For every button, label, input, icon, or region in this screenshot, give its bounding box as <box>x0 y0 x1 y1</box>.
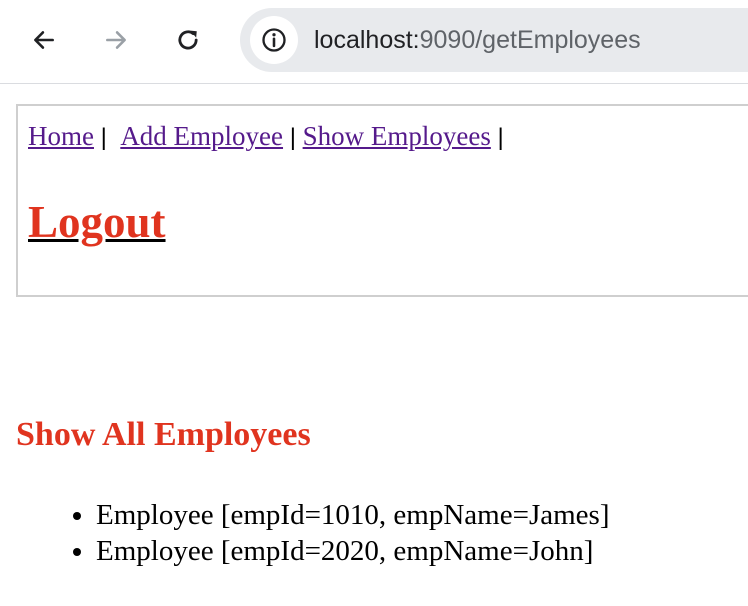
nav-links: Home | Add Employee | Show Employees | <box>28 120 504 154</box>
page-title: Show All Employees <box>16 416 311 453</box>
employee-list: Employee [empId=1010, empName=James] Emp… <box>56 497 609 569</box>
arrow-left-icon <box>34 31 54 49</box>
url-text[interactable]: localhost:9090/getEmployees <box>314 25 641 55</box>
logout-link[interactable]: Logout <box>28 196 166 248</box>
address-bar[interactable]: localhost:9090/getEmployees <box>240 8 748 72</box>
reload-button[interactable] <box>164 16 212 64</box>
reload-icon <box>178 30 198 50</box>
list-item: Employee [empId=2020, empName=John] <box>96 533 609 569</box>
back-button[interactable] <box>20 16 68 64</box>
browser-toolbar: localhost:9090/getEmployees <box>0 0 748 84</box>
url-path: 9090/getEmployees <box>419 26 641 54</box>
menu-panel: Home | Add Employee | Show Employees | L… <box>16 104 748 297</box>
menu-separator: | <box>283 124 303 151</box>
arrow-right-icon <box>106 31 126 49</box>
show-employees-link[interactable]: Show Employees <box>303 121 491 151</box>
menu-separator: | <box>93 124 114 151</box>
home-link[interactable]: Home <box>28 121 94 151</box>
site-info-button[interactable] <box>250 16 298 64</box>
menu-separator: | <box>490 124 504 151</box>
info-icon <box>262 28 286 52</box>
add-employee-link[interactable]: Add Employee <box>120 121 283 151</box>
list-item: Employee [empId=1010, empName=James] <box>96 497 609 533</box>
forward-button[interactable] <box>92 16 140 64</box>
url-host: localhost: <box>314 26 420 54</box>
page-content: Home | Add Employee | Show Employees | L… <box>0 84 748 606</box>
